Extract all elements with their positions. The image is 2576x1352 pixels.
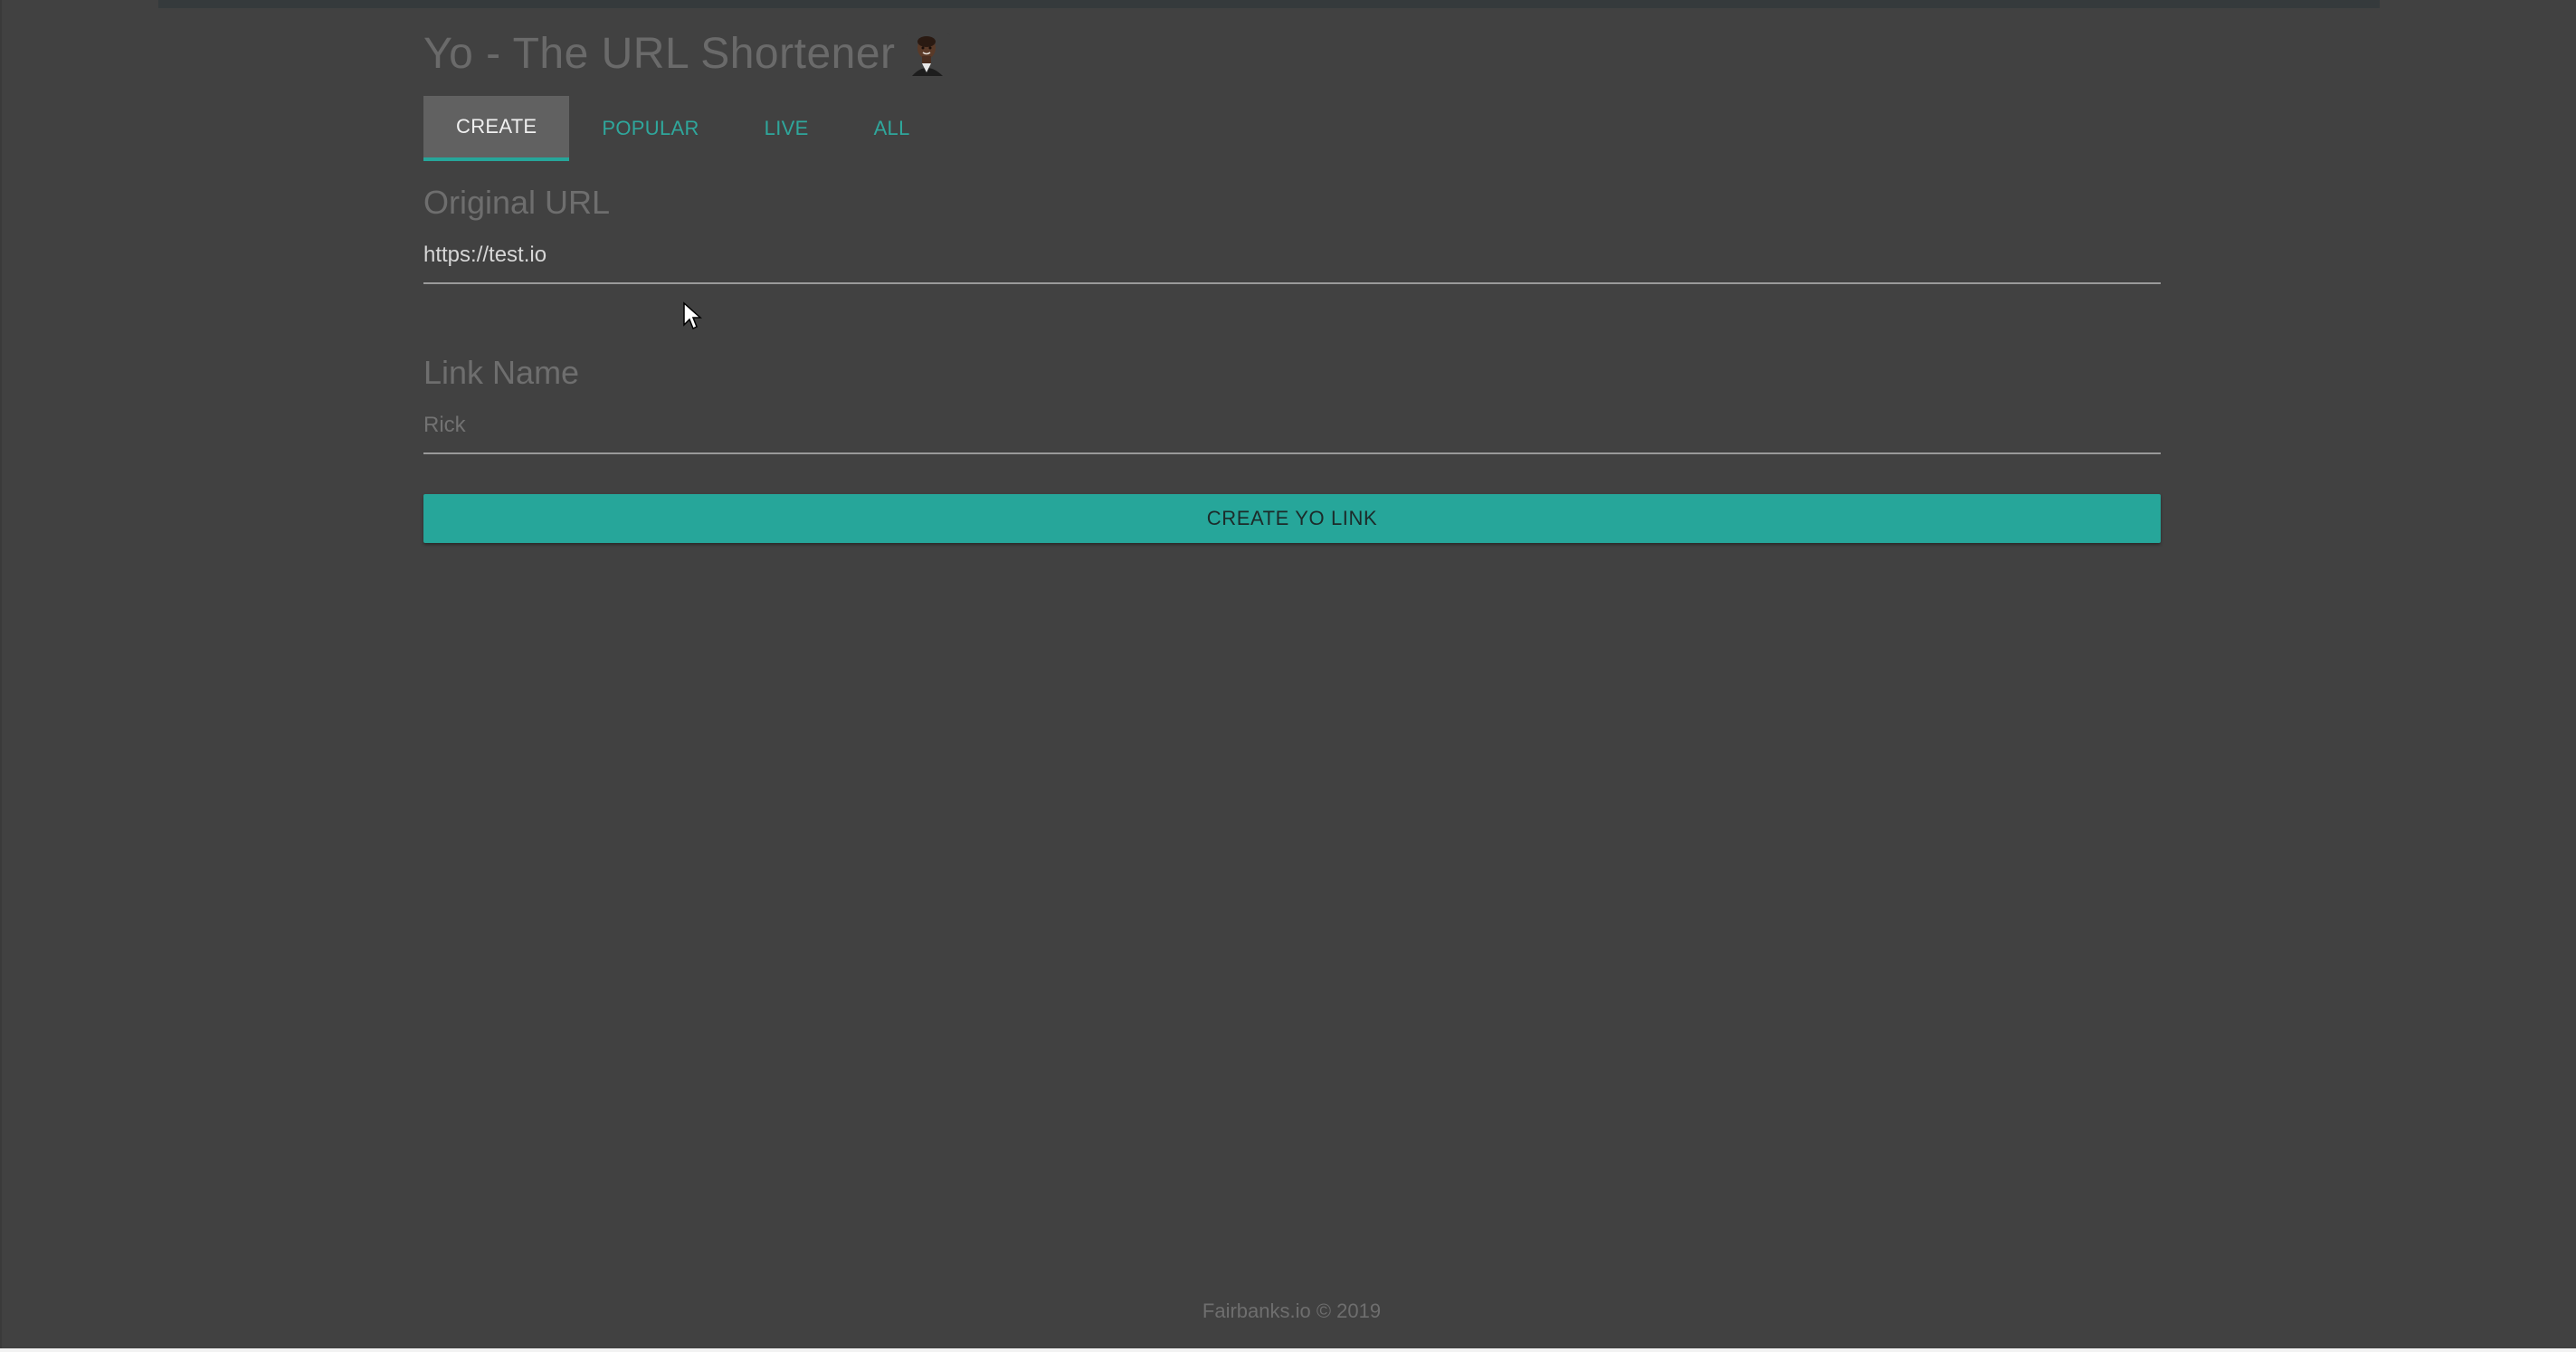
mouse-cursor-icon: [683, 301, 702, 330]
page-title: Yo - The URL Shortener: [423, 30, 896, 78]
footer-copyright: Fairbanks.io © 2019: [1202, 1300, 1382, 1322]
tab-popular[interactable]: POPULAR: [569, 96, 731, 161]
tab-label: CREATE: [456, 115, 537, 138]
original-url-group: Original URL: [423, 183, 2161, 284]
link-name-label: Link Name: [423, 354, 580, 391]
tab-label: ALL: [873, 117, 910, 139]
tab-label: POPULAR: [602, 117, 699, 139]
original-url-input[interactable]: [423, 243, 2161, 284]
main-content: Yo - The URL Shortener CREATE POPULAR LI…: [423, 22, 2161, 543]
tab-create[interactable]: CREATE: [423, 96, 570, 161]
original-url-label: Original URL: [423, 184, 611, 221]
tab-live[interactable]: LIVE: [732, 96, 841, 161]
tab-label: LIVE: [764, 117, 809, 139]
create-link-button[interactable]: CREATE YO LINK: [423, 494, 2161, 543]
bottom-strip: [0, 1348, 2576, 1352]
link-name-input[interactable]: [423, 413, 2161, 454]
left-edge: [0, 0, 2, 1352]
user-avatar-icon: [906, 33, 950, 76]
top-strip: [158, 0, 2380, 8]
tab-bar: CREATE POPULAR LIVE ALL: [423, 96, 2161, 161]
app-header: Yo - The URL Shortener: [423, 22, 2161, 87]
link-name-group: Link Name: [423, 353, 2161, 454]
page: Yo - The URL Shortener CREATE POPULAR LI…: [0, 0, 2576, 1352]
tab-all[interactable]: ALL: [841, 96, 943, 161]
